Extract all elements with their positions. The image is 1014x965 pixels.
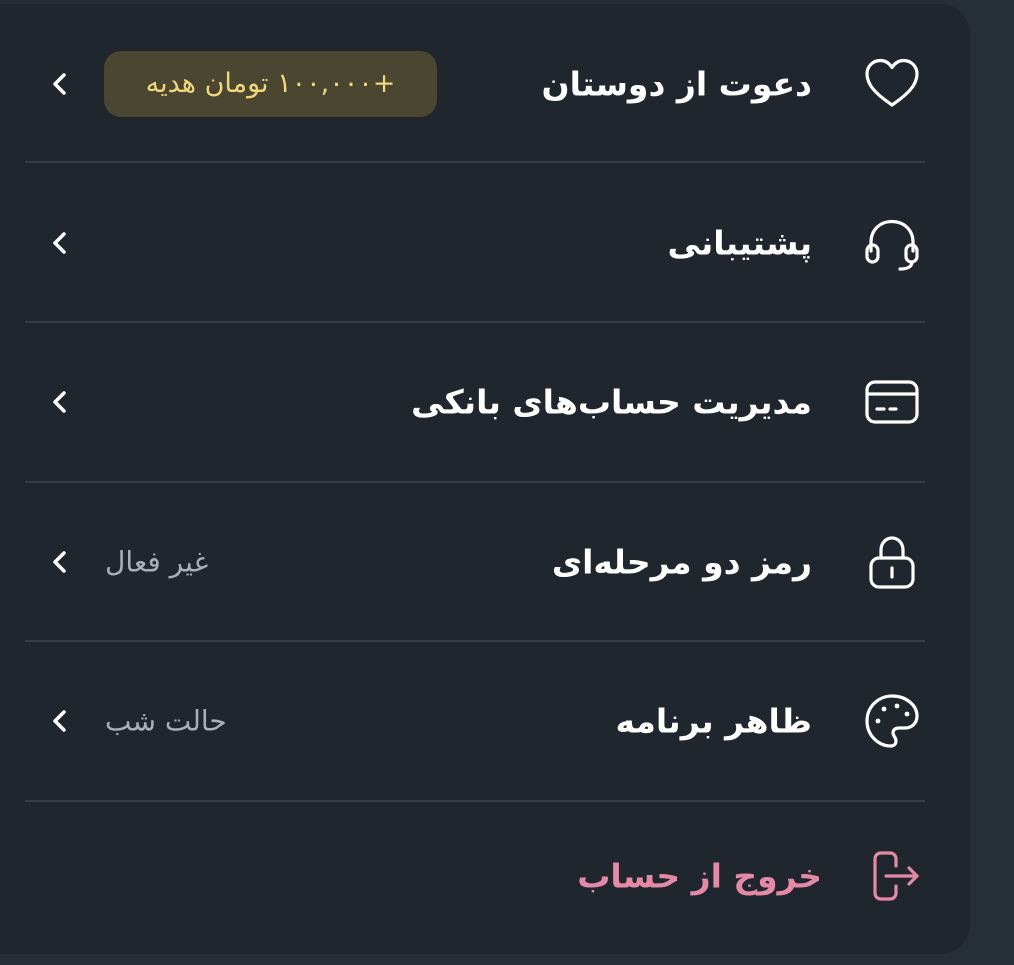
appearance-label: ظاهر برنامه — [615, 701, 812, 740]
card-icon — [862, 372, 922, 432]
palette-icon — [862, 691, 922, 751]
menu-item-support[interactable]: پشتیبانی — [0, 163, 970, 322]
chevron-left-icon — [44, 227, 76, 259]
two-step-password-label: رمز دو مرحله‌ای — [551, 542, 812, 581]
menu-item-appearance[interactable]: ظاهر برنامه حالت شب — [0, 641, 970, 800]
chevron-left-icon — [44, 546, 76, 578]
lock-icon — [862, 532, 922, 592]
menu-item-two-step-password[interactable]: رمز دو مرحله‌ای غیر فعال — [0, 482, 970, 641]
gift-badge: +۱۰۰,۰۰۰ تومان هدیه — [104, 50, 437, 117]
invite-friends-label: دعوت از دوستان — [541, 64, 812, 103]
chevron-left-icon — [44, 386, 76, 418]
support-label: پشتیبانی — [667, 223, 812, 262]
heart-icon — [862, 54, 922, 114]
headset-icon — [862, 213, 922, 273]
chevron-left-icon — [44, 705, 76, 737]
logout-icon — [862, 846, 922, 906]
chevron-left-icon — [44, 68, 76, 100]
appearance-mode: حالت شب — [105, 704, 227, 737]
menu-item-bank-accounts[interactable]: مدیریت حساب‌های بانکی — [0, 322, 970, 481]
two-step-status: غیر فعال — [105, 545, 209, 578]
settings-menu-panel: دعوت از دوستان +۱۰۰,۰۰۰ تومان هدیه پشتیب… — [0, 4, 970, 954]
bank-accounts-label: مدیریت حساب‌های بانکی — [411, 382, 812, 421]
menu-item-invite-friends[interactable]: دعوت از دوستان +۱۰۰,۰۰۰ تومان هدیه — [0, 4, 970, 163]
logout-button[interactable]: خروج از حساب — [0, 801, 970, 951]
logout-label: خروج از حساب — [577, 856, 822, 896]
